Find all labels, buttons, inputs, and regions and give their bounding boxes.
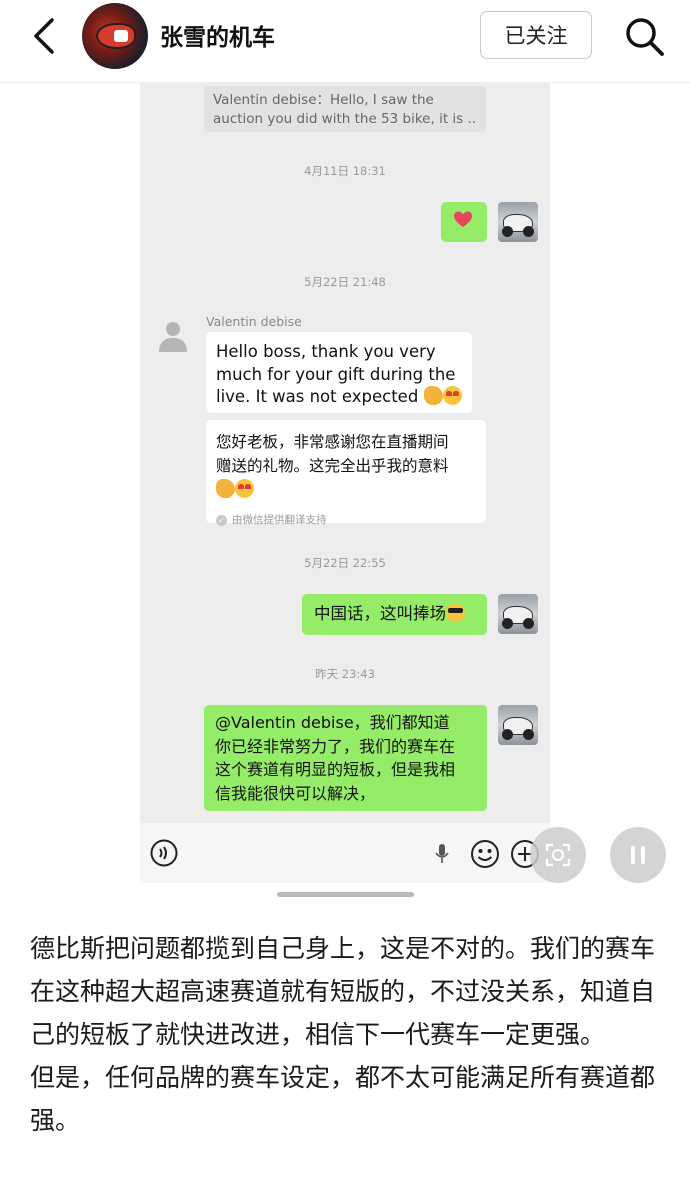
translation-line: 您好老板，非常感谢您在直播期间: [216, 433, 449, 451]
pause-button[interactable]: [610, 827, 666, 883]
translation-note: ✓ 由微信提供翻译支持: [216, 508, 476, 532]
heart-eyes-emoji-icon: [235, 479, 254, 498]
heart-icon: [454, 211, 472, 227]
sender-name: Valentin debise: [206, 314, 302, 329]
search-icon[interactable]: [622, 14, 666, 58]
quoted-line-1: Valentin debise：Hello, I saw the: [213, 92, 434, 108]
emoji-icon[interactable]: [470, 839, 500, 873]
muscle-emoji-icon: [216, 479, 235, 498]
self-avatar[interactable]: [498, 594, 538, 634]
quoted-line-2: auction you did with the 53 bike, it is …: [213, 111, 477, 127]
scan-icon: [545, 843, 571, 867]
message-line: 信我能很快可以解决，: [215, 783, 376, 803]
post-caption: 德比斯把问题都揽到自己身上，这是不对的。我们的赛车在这种超大超高速赛道就有短版的…: [30, 927, 670, 1142]
wheel-shape: [502, 226, 513, 237]
message-line: Hello boss, thank you very: [216, 342, 436, 361]
quoted-message: Valentin debise：Hello, I saw the auction…: [204, 86, 486, 132]
translation-line: 赠送的礼物。这完全出乎我的意料: [216, 457, 449, 475]
default-avatar-icon[interactable]: [154, 316, 192, 354]
voice-icon[interactable]: [150, 839, 178, 871]
timestamp: 昨天 23:43: [315, 667, 375, 681]
translation-bubble[interactable]: 您好老板，非常感谢您在直播期间 赠送的礼物。这完全出乎我的意料 ✓ 由微信提供翻…: [206, 420, 486, 526]
avatar[interactable]: [82, 3, 148, 69]
translation-emoji-line: [216, 478, 476, 502]
wheel-shape: [523, 226, 534, 237]
scan-button[interactable]: [530, 827, 586, 883]
back-arrow-icon[interactable]: [24, 14, 68, 58]
caption-paragraph: 但是，任何品牌的赛车设定，都不太可能满足所有赛道都强。: [30, 1063, 656, 1135]
home-indicator: [277, 892, 414, 897]
caption-paragraph: 德比斯把问题都揽到自己身上，这是不对的。我们的赛车在这种超大超高速赛道就有短版的…: [30, 934, 656, 1049]
mic-icon[interactable]: [434, 843, 450, 869]
heart-message-bubble: [441, 202, 487, 242]
heart-eyes-emoji-icon: [442, 386, 462, 405]
self-avatar[interactable]: [498, 202, 538, 242]
chat-input-bar[interactable]: [140, 823, 550, 883]
pause-icon: [631, 846, 645, 864]
message-line-text: live. It was not expected: [216, 387, 419, 406]
message-line: 你已经非常努力了，我们的赛车在: [215, 736, 456, 756]
outgoing-message-bubble[interactable]: @Valentin debise，我们都知道 你已经非常努力了，我们的赛车在 这…: [204, 705, 487, 811]
sunglasses-emoji-icon: [446, 603, 465, 622]
timestamp: 4月11日 18:31: [304, 164, 386, 178]
message-line: live. It was not expected: [216, 386, 462, 409]
timestamp: 5月22日 21:48: [304, 275, 386, 289]
follow-button[interactable]: 已关注: [480, 11, 592, 59]
top-bar: 张雪的机车 已关注: [0, 0, 690, 80]
avatar-number-plate: [114, 30, 128, 42]
message-line: much for your gift during the: [216, 364, 456, 384]
muscle-emoji-icon: [423, 386, 443, 405]
incoming-message-bubble[interactable]: Hello boss, thank you very much for your…: [206, 332, 472, 413]
message-line: 这个赛道有明显的短板，但是我相: [215, 760, 456, 779]
check-icon: ✓: [216, 514, 227, 526]
message-line: @Valentin debise，我们都知道: [215, 713, 450, 732]
outgoing-message-bubble[interactable]: 中国话，这叫捧场: [302, 594, 487, 635]
translation-note-text: 由微信提供翻译支持: [232, 514, 327, 526]
chat-screenshot: Valentin debise：Hello, I saw the auction…: [140, 83, 550, 823]
wheel-shape: [523, 729, 534, 740]
self-avatar[interactable]: [498, 705, 538, 745]
wheel-shape: [502, 618, 513, 629]
username[interactable]: 张雪的机车: [160, 18, 275, 52]
wheel-shape: [502, 729, 513, 740]
timestamp: 5月22日 22:55: [304, 556, 386, 570]
wheel-shape: [523, 618, 534, 629]
message-text: 中国话，这叫捧场: [314, 604, 446, 623]
